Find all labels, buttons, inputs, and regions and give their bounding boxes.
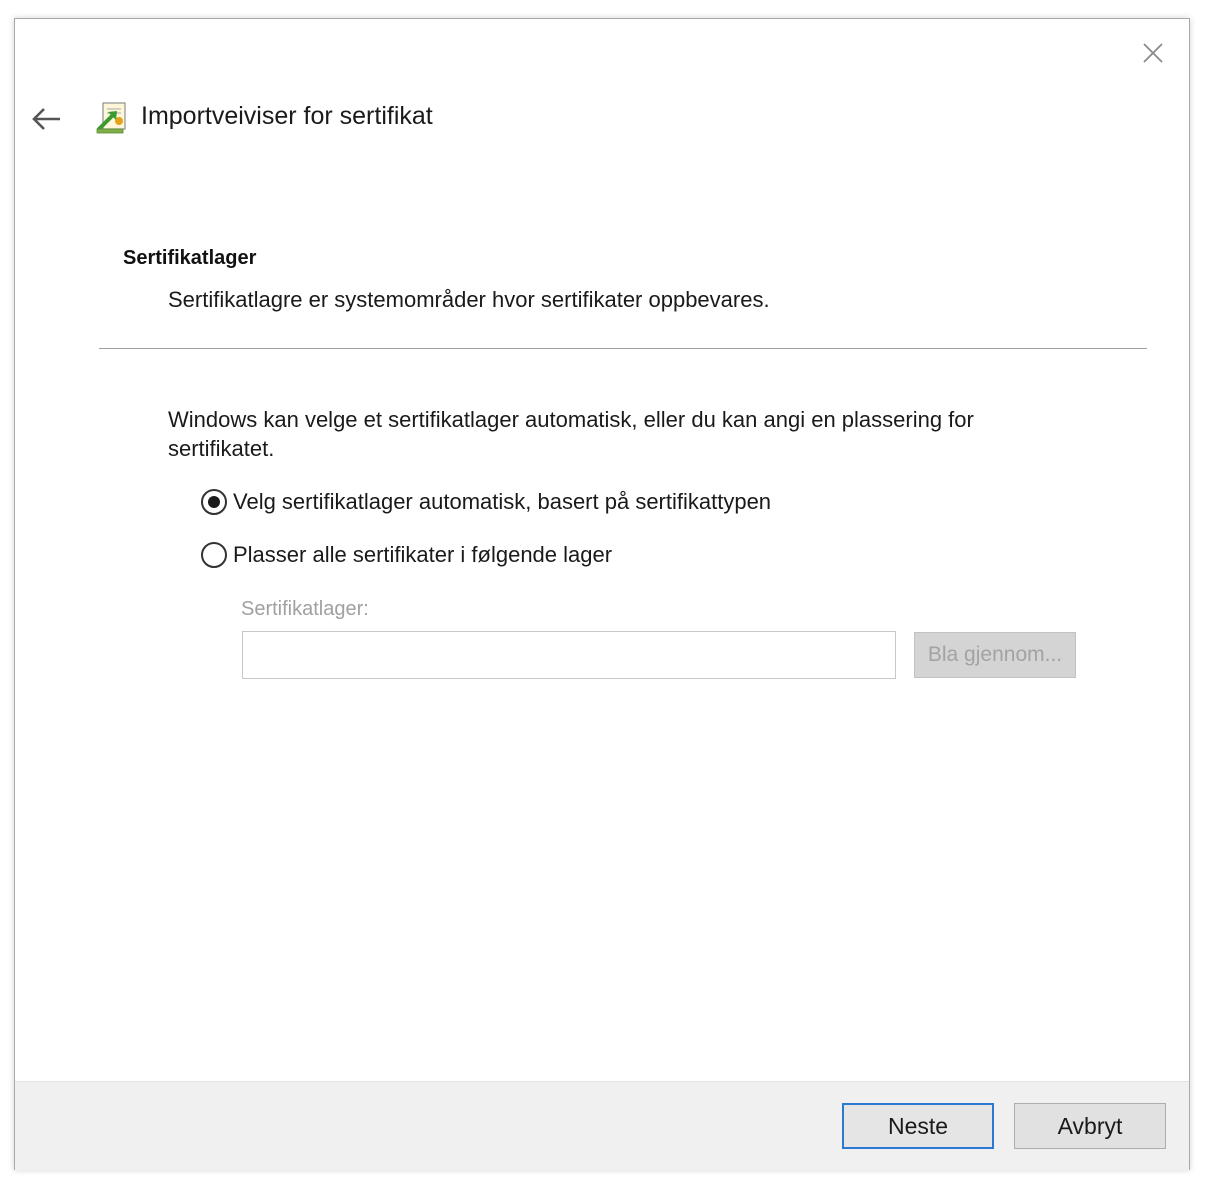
back-button[interactable] <box>29 101 65 137</box>
header-separator <box>99 348 1147 349</box>
browse-button[interactable]: Bla gjennom... <box>914 632 1076 678</box>
radio-manual-store-label: Plasser alle sertifikater i følgende lag… <box>233 542 613 567</box>
radio-auto-store-label: Velg sertifikatlager automatisk, basert … <box>233 489 772 514</box>
close-button[interactable] <box>1137 37 1169 69</box>
certificate-wizard-icon <box>93 99 131 137</box>
section-heading: Sertifikatlager <box>123 247 257 269</box>
radio-button-checked[interactable] <box>201 489 227 515</box>
next-button[interactable]: Neste <box>842 1103 994 1149</box>
cancel-button[interactable]: Avbryt <box>1014 1103 1166 1149</box>
certificate-import-dialog: Importveiviser for sertifikat Sertifikat… <box>14 18 1190 1170</box>
close-icon <box>1143 43 1163 63</box>
section-description: Sertifikatlagre er systemområder hvor se… <box>168 287 770 312</box>
certificate-store-label: Sertifikatlager: <box>241 598 369 620</box>
radio-manual-store[interactable]: Plasser alle sertifikater i følgende lag… <box>201 542 612 568</box>
radio-button-unchecked[interactable] <box>201 542 227 568</box>
back-arrow-icon <box>32 108 60 130</box>
dialog-footer: Neste Avbryt <box>15 1081 1189 1170</box>
intro-text: Windows kan velge et sertifikatlager aut… <box>168 407 974 461</box>
radio-auto-store[interactable]: Velg sertifikatlager automatisk, basert … <box>201 489 771 515</box>
dialog-title: Importveiviser for sertifikat <box>141 102 433 130</box>
certificate-store-input[interactable] <box>242 631 896 679</box>
